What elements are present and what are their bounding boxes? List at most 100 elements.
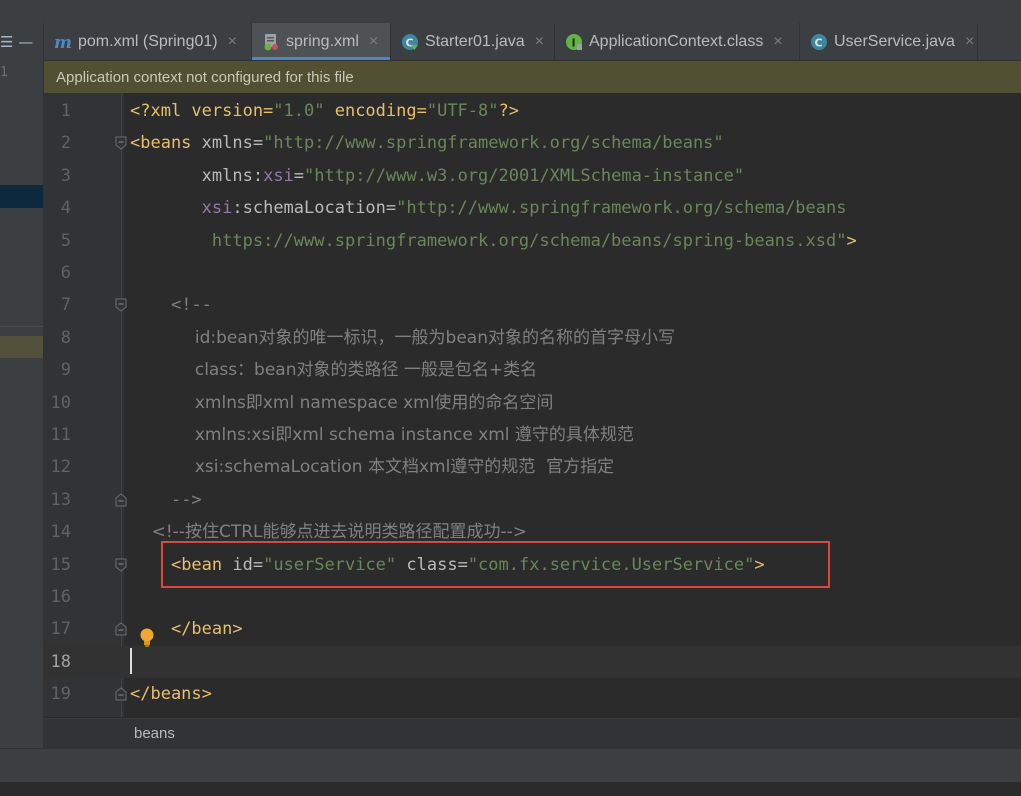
code-line[interactable]: 12 xsi:schemaLocation 本文档xml遵守的规范 官方指定	[44, 451, 1021, 483]
token-com: xsi:schemaLocation 本文档xml遵守的规范 官方指定	[194, 457, 615, 478]
breadcrumb-bar: beans	[44, 718, 1021, 749]
code-line[interactable]: 7 <!--	[44, 289, 1021, 321]
code-line[interactable]: 11 xmlns:xsi即xml schema instance xml 遵守的…	[44, 419, 1021, 451]
code-text[interactable]: xmlns:xsi="http://www.w3.org/2001/XMLSch…	[130, 160, 745, 192]
code-line[interactable]: 18	[44, 645, 1021, 678]
code-line[interactable]: 1 <?xml version="1.0" encoding="UTF-8"?>	[44, 95, 1021, 127]
tab-starter01-java[interactable]: C Starter01.java ×	[391, 23, 555, 60]
token-com: -->	[170, 489, 202, 510]
tab-userservice-java[interactable]: C UserService.java ×	[800, 23, 978, 60]
line-number[interactable]: 8	[44, 322, 71, 354]
line-number[interactable]: 6	[44, 257, 71, 289]
token-val: "http://www.springframework.org/schema/b…	[263, 133, 724, 154]
project-tool-panel: ☰ — 1	[0, 23, 44, 748]
code-line[interactable]: 2 <beans xmlns="http://www.springframewor…	[44, 127, 1021, 159]
close-icon[interactable]: ×	[965, 33, 974, 51]
line-number[interactable]: 17	[44, 613, 71, 645]
fold-open-icon[interactable]	[115, 297, 127, 313]
line-number[interactable]: 9	[44, 354, 71, 386]
token-com: <!--	[170, 295, 212, 316]
token-tag: encoding=	[324, 101, 427, 121]
code-text[interactable]: class：bean对象的类路径 一般是包名+类名	[130, 354, 537, 386]
tab-label: pom.xml (Spring01)	[78, 32, 218, 50]
token-tag: <?xml version=	[130, 101, 274, 121]
line-number[interactable]: 16	[44, 581, 71, 613]
code-text[interactable]: xmlns:xsi即xml schema instance xml 遵守的具体规…	[130, 419, 634, 451]
close-icon[interactable]: ×	[228, 33, 237, 51]
code-line[interactable]: 19 </beans>	[44, 678, 1021, 710]
code-line[interactable]: 13 -->	[44, 484, 1021, 516]
line-number[interactable]: 12	[44, 451, 71, 483]
token-tag: ?>	[498, 101, 519, 121]
code-text[interactable]: </beans>	[130, 678, 212, 710]
fold-close-icon[interactable]	[115, 686, 127, 701]
fold-open-icon[interactable]	[115, 557, 127, 572]
code-text[interactable]: id:bean对象的唯一标识，一般为bean对象的名称的首字母小写	[130, 322, 675, 354]
tab-applicationcontext-class[interactable]: I ApplicationContext.class ×	[555, 23, 800, 60]
svg-text:I: I	[572, 36, 576, 49]
code-line[interactable]: 8 id:bean对象的唯一标识，一般为bean对象的名称的首字母小写	[44, 322, 1021, 354]
code-line[interactable]: 4 xsi:schemaLocation="http://www.springf…	[44, 192, 1021, 224]
close-icon[interactable]: ×	[369, 33, 378, 51]
code-line[interactable]: 5 https://www.springframework.org/schema…	[44, 225, 1021, 257]
token-tag: >	[846, 230, 857, 251]
code-line[interactable]: 6	[44, 257, 1021, 289]
line-number[interactable]: 1	[44, 95, 71, 127]
token-attr: =	[293, 165, 305, 186]
token-com: xmlns:xsi即xml schema instance xml 遵守的具体规…	[194, 425, 634, 445]
fold-open-icon[interactable]	[115, 135, 127, 151]
tab-pom-xml[interactable]: m pom.xml (Spring01) ×	[44, 23, 252, 60]
code-line[interactable]: 10 xmlns即xml namespace xml使用的命名空间	[44, 387, 1021, 419]
line-number[interactable]: 15	[44, 549, 71, 581]
code-line[interactable]: 17 </bean>	[44, 613, 1021, 645]
token-tag: <beans	[130, 133, 202, 154]
line-number[interactable]: 4	[44, 192, 71, 224]
line-number[interactable]: 13	[44, 484, 71, 516]
code-line[interactable]: 9 class：bean对象的类路径 一般是包名+类名	[44, 354, 1021, 386]
token-val: https://www.springframework.org/schema/b…	[211, 230, 847, 251]
code-text[interactable]: xsi:schemaLocation 本文档xml遵守的规范 官方指定	[130, 451, 614, 483]
line-number[interactable]: 11	[44, 419, 71, 451]
maven-m-icon: m	[54, 33, 72, 51]
code-text[interactable]: https://www.springframework.org/schema/b…	[130, 225, 857, 257]
token-com: id:bean对象的唯一标识，一般为bean对象的名称的首字母小写	[194, 327, 675, 348]
code-text[interactable]: <beans xmlns="http://www.springframework…	[130, 127, 724, 159]
fold-close-icon[interactable]	[115, 492, 127, 507]
line-number[interactable]: 14	[44, 516, 71, 548]
line-number[interactable]: 18	[44, 646, 71, 678]
line-number[interactable]: 3	[44, 160, 71, 192]
panel-selected-item[interactable]	[0, 185, 43, 208]
tab-spring-xml[interactable]: spring.xml ×	[252, 23, 391, 60]
java-class-icon: C	[401, 33, 419, 51]
highlight-box	[161, 541, 830, 588]
spring-xml-icon	[262, 33, 280, 51]
token-ns: xsi	[263, 165, 294, 186]
line-number[interactable]: 19	[44, 678, 71, 710]
breadcrumb[interactable]: beans	[134, 725, 175, 742]
code-text[interactable]: <!--	[130, 289, 212, 321]
line-number[interactable]: 10	[44, 387, 71, 419]
line-number[interactable]: 2	[44, 127, 71, 159]
code-text[interactable]: -->	[130, 484, 202, 516]
panel-options-button[interactable]: ☰ —	[0, 33, 40, 53]
code-text[interactable]: xsi:schemaLocation="http://www.springfra…	[130, 192, 847, 224]
lightbulb-icon[interactable]	[139, 627, 155, 649]
panel-highlighted-item[interactable]	[0, 336, 43, 358]
close-icon[interactable]: ×	[773, 33, 782, 51]
line-number[interactable]: 5	[44, 225, 71, 257]
token-com: class：bean对象的类路径 一般是包名+类名	[194, 360, 538, 381]
code-text[interactable]: xmlns即xml namespace xml使用的命名空间	[130, 387, 554, 419]
line-number[interactable]: 7	[44, 289, 71, 321]
code-text[interactable]: <?xml version="1.0" encoding="UTF-8"?>	[130, 95, 519, 127]
fold-close-icon[interactable]	[115, 621, 127, 636]
token-val: "http://www.springframework.org/schema/b…	[396, 198, 847, 219]
code-line[interactable]: 3 xmlns:xsi="http://www.w3.org/2001/XMLS…	[44, 160, 1021, 192]
notification-banner: Application context not configured for t…	[44, 61, 1021, 93]
close-icon[interactable]: ×	[535, 33, 544, 51]
java-class-icon: C	[810, 33, 828, 51]
svg-text:C: C	[406, 36, 414, 49]
